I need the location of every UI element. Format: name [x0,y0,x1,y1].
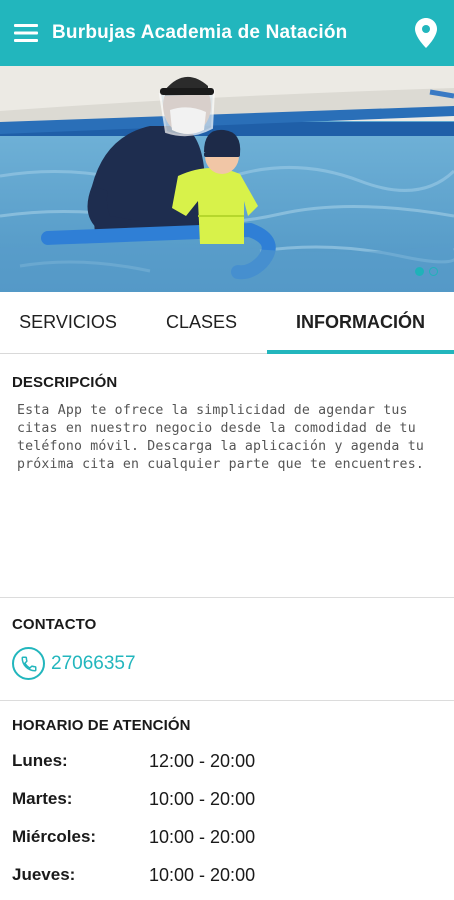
time-range: 10:00 - 20:00 [149,788,256,809]
location-pin-icon [415,18,437,48]
hours-row: Miércoles: 10:00 - 20:00 [12,818,442,856]
tab-informacion[interactable]: INFORMACIÓN [267,292,454,354]
carousel-dot[interactable] [429,267,438,276]
app-bar: Burbujas Academia de Natación [0,0,454,66]
tab-servicios[interactable]: SERVICIOS [0,292,136,353]
contact-title: CONTACTO [12,616,97,633]
menu-icon [14,24,38,42]
hero-image-carousel[interactable] [0,66,454,292]
description-title: DESCRIPCIÓN [12,374,118,391]
carousel-indicator [415,267,438,276]
hours-title: HORARIO DE ATENCIÓN [12,717,191,734]
tab-clases[interactable]: CLASES [136,292,267,353]
location-button[interactable] [398,0,454,66]
day-label: Martes: [12,789,73,808]
description-section: DESCRIPCIÓN Esta App te ofrece la simpli… [0,354,454,597]
phone-icon [12,647,45,680]
hours-row: Martes: 10:00 - 20:00 [12,780,442,818]
hours-row: Jueves: 10:00 - 20:00 [12,856,442,894]
hours-section: HORARIO DE ATENCIÓN Lunes: 12:00 - 20:00… [0,701,454,894]
time-range: 10:00 - 20:00 [149,826,256,847]
phone-link[interactable]: 27066357 [12,647,442,680]
day-label: Jueves: [12,865,76,884]
description-text: Esta App te ofrece la simplicidad de age… [17,403,424,472]
menu-button[interactable] [0,0,52,66]
tab-bar: SERVICIOS CLASES INFORMACIÓN [0,292,454,354]
day-label: Miércoles: [12,827,97,846]
carousel-dot-active[interactable] [415,267,424,276]
day-label: Lunes: [12,751,68,770]
time-range: 12:00 - 20:00 [149,750,256,771]
time-range: 10:00 - 20:00 [149,864,256,885]
app-title: Burbujas Academia de Natación [52,22,348,43]
phone-number[interactable]: 27066357 [51,653,136,675]
swimming-lesson-photo [0,66,454,292]
hours-row: Lunes: 12:00 - 20:00 [12,742,442,780]
contact-section: CONTACTO 27066357 [0,598,454,700]
